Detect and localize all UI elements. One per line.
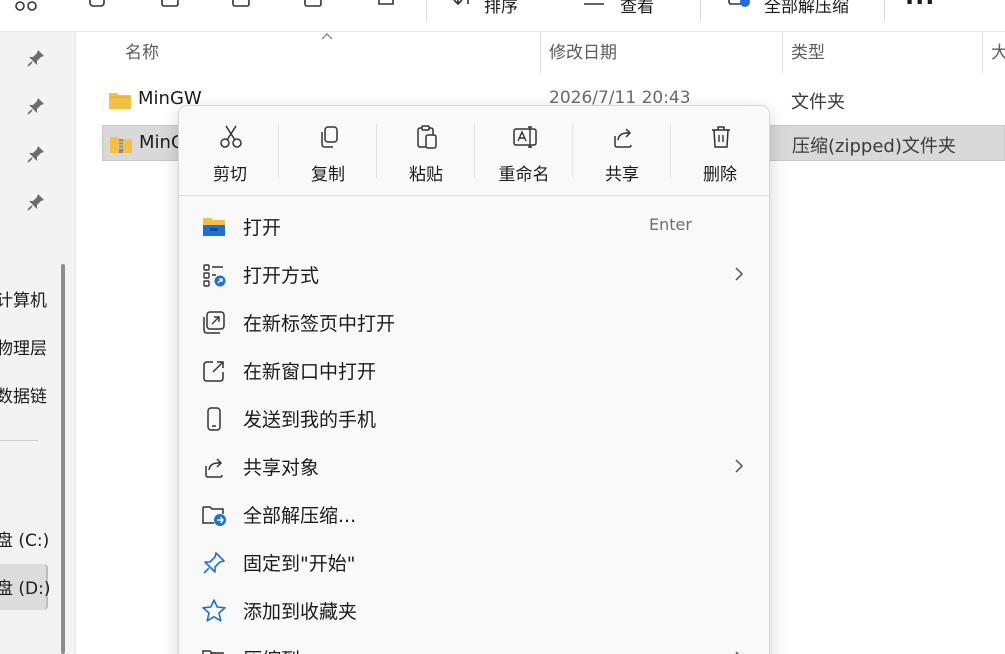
extract-icon	[201, 502, 227, 528]
pin-icon[interactable]	[26, 192, 46, 212]
file-type: 文件夹	[791, 92, 845, 113]
copy-label: 复制	[311, 165, 345, 185]
menu-item-label: 在新标签页中打开	[243, 313, 396, 335]
trash-icon[interactable]	[374, 0, 398, 14]
copy-button[interactable]: 复制	[279, 116, 377, 188]
toolbar-separator	[426, 0, 427, 22]
rename-label: 重命名	[498, 165, 550, 185]
cut-label: 剪切	[213, 165, 247, 185]
command-bar: 排序 查看 全部解压缩 ···	[0, 0, 1005, 32]
phone-icon	[201, 406, 227, 432]
view-icon	[582, 0, 606, 14]
open-with-icon	[201, 262, 227, 288]
rename-icon	[512, 124, 538, 150]
rename-icon[interactable]	[230, 0, 254, 14]
share-icon	[610, 124, 636, 150]
menu-item-open[interactable]: 打开 Enter	[179, 204, 769, 248]
zip-folder-icon	[109, 134, 133, 154]
menu-item-label: 打开	[243, 217, 282, 239]
rename-button[interactable]: 重命名	[475, 116, 573, 188]
context-menu: 剪切 复制 粘贴 重命名 共享 删除 打开 Enter 打开方式 在新标签页中打…	[178, 105, 770, 654]
copy-icon	[316, 124, 342, 150]
pin-icon[interactable]	[26, 144, 46, 164]
pin-icon	[201, 550, 227, 576]
context-quick-actions: 剪切 复制 粘贴 重命名 共享 删除	[179, 106, 769, 196]
nav-item-folder[interactable]: 物理层	[0, 334, 58, 359]
scissors-icon[interactable]	[14, 0, 38, 14]
nav-scrollbar[interactable]	[61, 264, 65, 654]
share-icon	[201, 454, 227, 480]
share-button[interactable]: 共享	[573, 116, 671, 188]
compress-icon	[201, 646, 227, 654]
menu-item-label: 固定到"开始"	[243, 553, 356, 575]
folder-icon	[108, 90, 132, 110]
menu-item-share-with[interactable]: 共享对象	[179, 444, 769, 488]
menu-item-label: 在新窗口中打开	[243, 361, 377, 383]
new-window-icon	[201, 358, 227, 384]
menu-item-compress-to[interactable]: 压缩到	[179, 636, 769, 654]
chevron-right-icon	[732, 265, 746, 283]
menu-item-send-to-phone[interactable]: 发送到我的手机	[179, 396, 769, 440]
paste-icon	[414, 124, 440, 150]
toolbar-separator	[884, 0, 885, 22]
sort-button[interactable]: 排序	[484, 0, 518, 17]
pin-icon[interactable]	[26, 48, 46, 68]
menu-item-extract-all[interactable]: 全部解压缩...	[179, 492, 769, 536]
new-tab-icon	[201, 310, 227, 336]
chevron-right-icon	[732, 649, 746, 654]
navigation-pane: 计算机 物理层 数据链 盘 (C:) 盘 (D:)	[0, 32, 76, 654]
extract-icon	[727, 0, 751, 14]
column-separator[interactable]	[982, 32, 983, 74]
extract-all-button[interactable]: 全部解压缩	[764, 0, 849, 17]
delete-button[interactable]: 删除	[671, 116, 769, 188]
nav-item-drive-c[interactable]: 盘 (C:)	[0, 526, 58, 551]
paste-icon[interactable]	[158, 0, 182, 14]
folder-open-icon	[201, 214, 227, 240]
menu-item-label: 共享对象	[243, 457, 320, 479]
sort-icon	[452, 0, 476, 14]
view-button[interactable]: 查看	[620, 0, 654, 17]
menu-item-pin-to-start[interactable]: 固定到"开始"	[179, 540, 769, 584]
paste-button[interactable]: 粘贴	[377, 116, 475, 188]
sort-ascending-icon	[320, 28, 334, 42]
share-icon[interactable]	[302, 0, 326, 14]
menu-item-open-new-window[interactable]: 在新窗口中打开	[179, 348, 769, 392]
menu-item-open-new-tab[interactable]: 在新标签页中打开	[179, 300, 769, 344]
nav-item-folder[interactable]: 计算机	[0, 286, 58, 311]
menu-item-open-with[interactable]: 打开方式	[179, 252, 769, 296]
more-options-button[interactable]: ···	[905, 0, 935, 16]
menu-item-label: 全部解压缩...	[243, 505, 357, 527]
menu-item-shortcut: Enter	[649, 215, 692, 234]
file-type: 压缩(zipped)文件夹	[792, 136, 956, 157]
column-header-date[interactable]: 修改日期	[549, 32, 769, 74]
delete-label: 删除	[703, 165, 737, 185]
menu-item-label: 打开方式	[243, 265, 320, 287]
nav-item-folder[interactable]: 数据链	[0, 382, 58, 407]
menu-item-add-to-favorites[interactable]: 添加到收藏夹	[179, 588, 769, 632]
cut-button[interactable]: 剪切	[181, 116, 279, 188]
column-header-name[interactable]: 名称	[125, 32, 325, 74]
menu-item-label: 发送到我的手机	[243, 409, 377, 431]
menu-item-label: 添加到收藏夹	[243, 601, 358, 623]
column-separator[interactable]	[782, 32, 783, 74]
star-icon	[201, 598, 227, 624]
chevron-right-icon	[732, 457, 746, 475]
menu-divider	[179, 195, 769, 196]
trash-icon	[708, 124, 734, 150]
pin-icon[interactable]	[26, 96, 46, 116]
column-header-type[interactable]: 类型	[791, 32, 971, 74]
copy-icon[interactable]	[86, 0, 110, 14]
share-label: 共享	[605, 165, 639, 185]
menu-item-label: 压缩到	[243, 645, 300, 654]
paste-label: 粘贴	[409, 165, 443, 185]
scissors-icon	[218, 124, 244, 150]
toolbar-separator	[700, 0, 701, 22]
nav-item-drive-d[interactable]: 盘 (D:)	[0, 574, 58, 599]
column-header-size[interactable]: 大	[991, 32, 1005, 74]
column-separator[interactable]	[540, 32, 541, 74]
nav-divider	[0, 440, 38, 441]
